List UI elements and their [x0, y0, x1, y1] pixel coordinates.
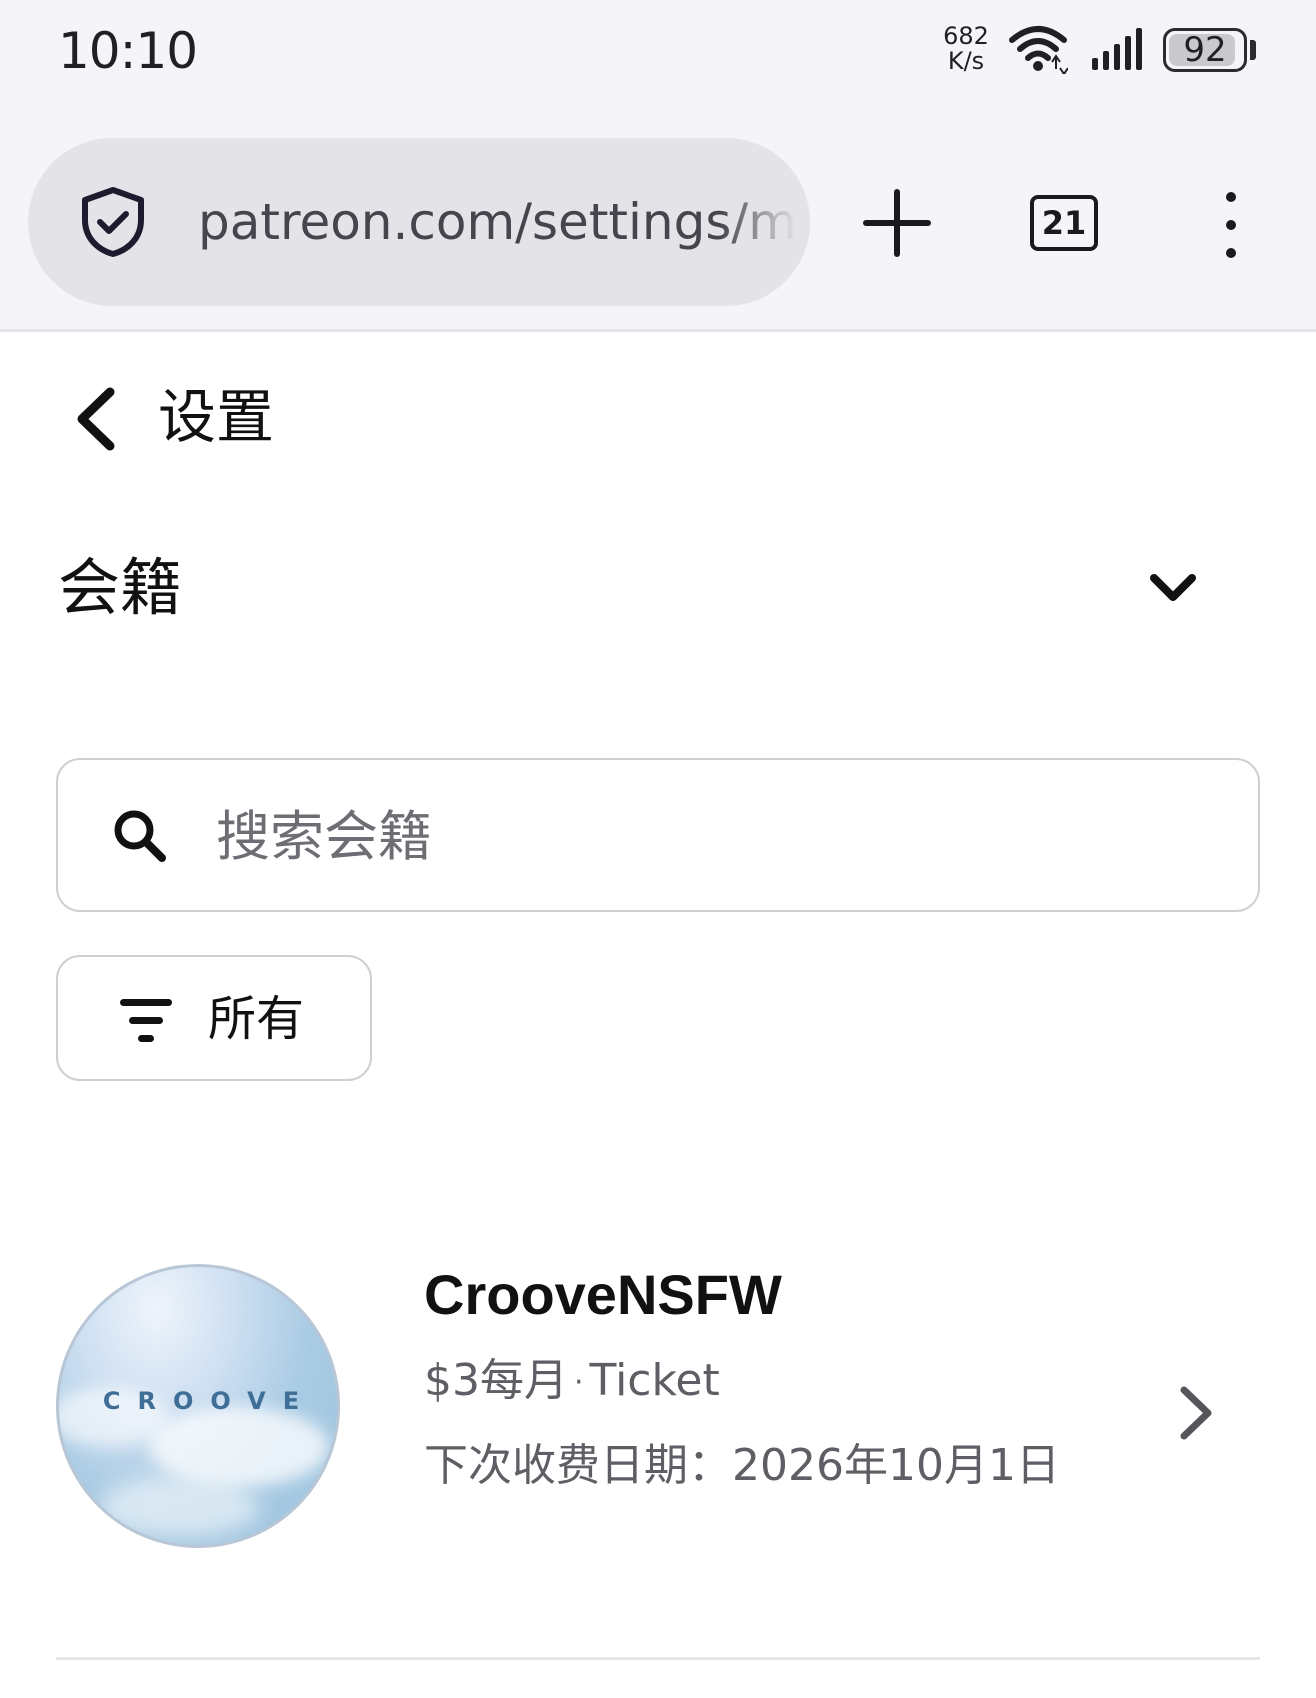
status-time: 10:10 — [58, 22, 198, 80]
next-charge-date: 下次收费日期：2026年10月1日 — [424, 1440, 1060, 1491]
chevron-right-icon[interactable] — [1174, 1382, 1218, 1444]
chevron-down-icon[interactable] — [1148, 568, 1198, 608]
plus-icon[interactable] — [860, 186, 934, 260]
status-bar: 10:10 682 K/s 92 — [0, 0, 1316, 110]
network-speed-value: 682 — [943, 22, 989, 50]
avatar-logo-text: CROOVE — [102, 1387, 317, 1415]
search-box[interactable] — [56, 758, 1260, 912]
filter-label: 所有 — [208, 991, 305, 1047]
creator-avatar: CROOVE — [56, 1264, 340, 1548]
price-line: $3每月 · Ticket — [424, 1350, 720, 1414]
tab-switcher-button[interactable]: 21 — [1030, 195, 1098, 251]
back-arrow-icon[interactable] — [70, 386, 124, 452]
membership-price: $3每月 — [424, 1355, 568, 1406]
browser-toolbar: patreon.com/settings/m 21 — [0, 110, 1316, 332]
network-speed: 682 K/s — [938, 24, 994, 74]
url-text[interactable]: patreon.com/settings/m — [198, 190, 808, 254]
list-divider — [56, 1657, 1260, 1660]
wifi-icon — [1009, 26, 1068, 74]
address-bar[interactable]: patreon.com/settings/m — [28, 138, 810, 306]
battery-level: 92 — [1183, 30, 1227, 70]
search-input[interactable] — [216, 790, 1196, 882]
battery-icon: 92 — [1163, 28, 1247, 72]
avatar-cloud — [99, 1477, 259, 1537]
membership-list-item[interactable]: CROOVE CrooveNSFW $3每月 · Ticket 下次收费日期：202… — [56, 1240, 1260, 1660]
membership-tier: Ticket — [589, 1355, 720, 1406]
network-speed-unit: K/s — [947, 47, 985, 75]
url-fade — [720, 138, 810, 306]
more-vert-icon[interactable] — [1220, 190, 1244, 260]
search-icon — [114, 810, 166, 862]
filter-button[interactable]: 所有 — [56, 955, 372, 1081]
battery-tip — [1250, 40, 1256, 60]
creator-name: CrooveNSFW — [424, 1263, 782, 1326]
avatar-cloud — [149, 1407, 329, 1487]
price-separator: · — [574, 1365, 584, 1400]
signal-icon — [1092, 28, 1142, 70]
page-title: 设置 — [158, 383, 275, 451]
section-title[interactable]: 会籍 — [58, 550, 182, 626]
shield-check-icon[interactable] — [78, 186, 148, 258]
filter-icon — [120, 999, 172, 1042]
